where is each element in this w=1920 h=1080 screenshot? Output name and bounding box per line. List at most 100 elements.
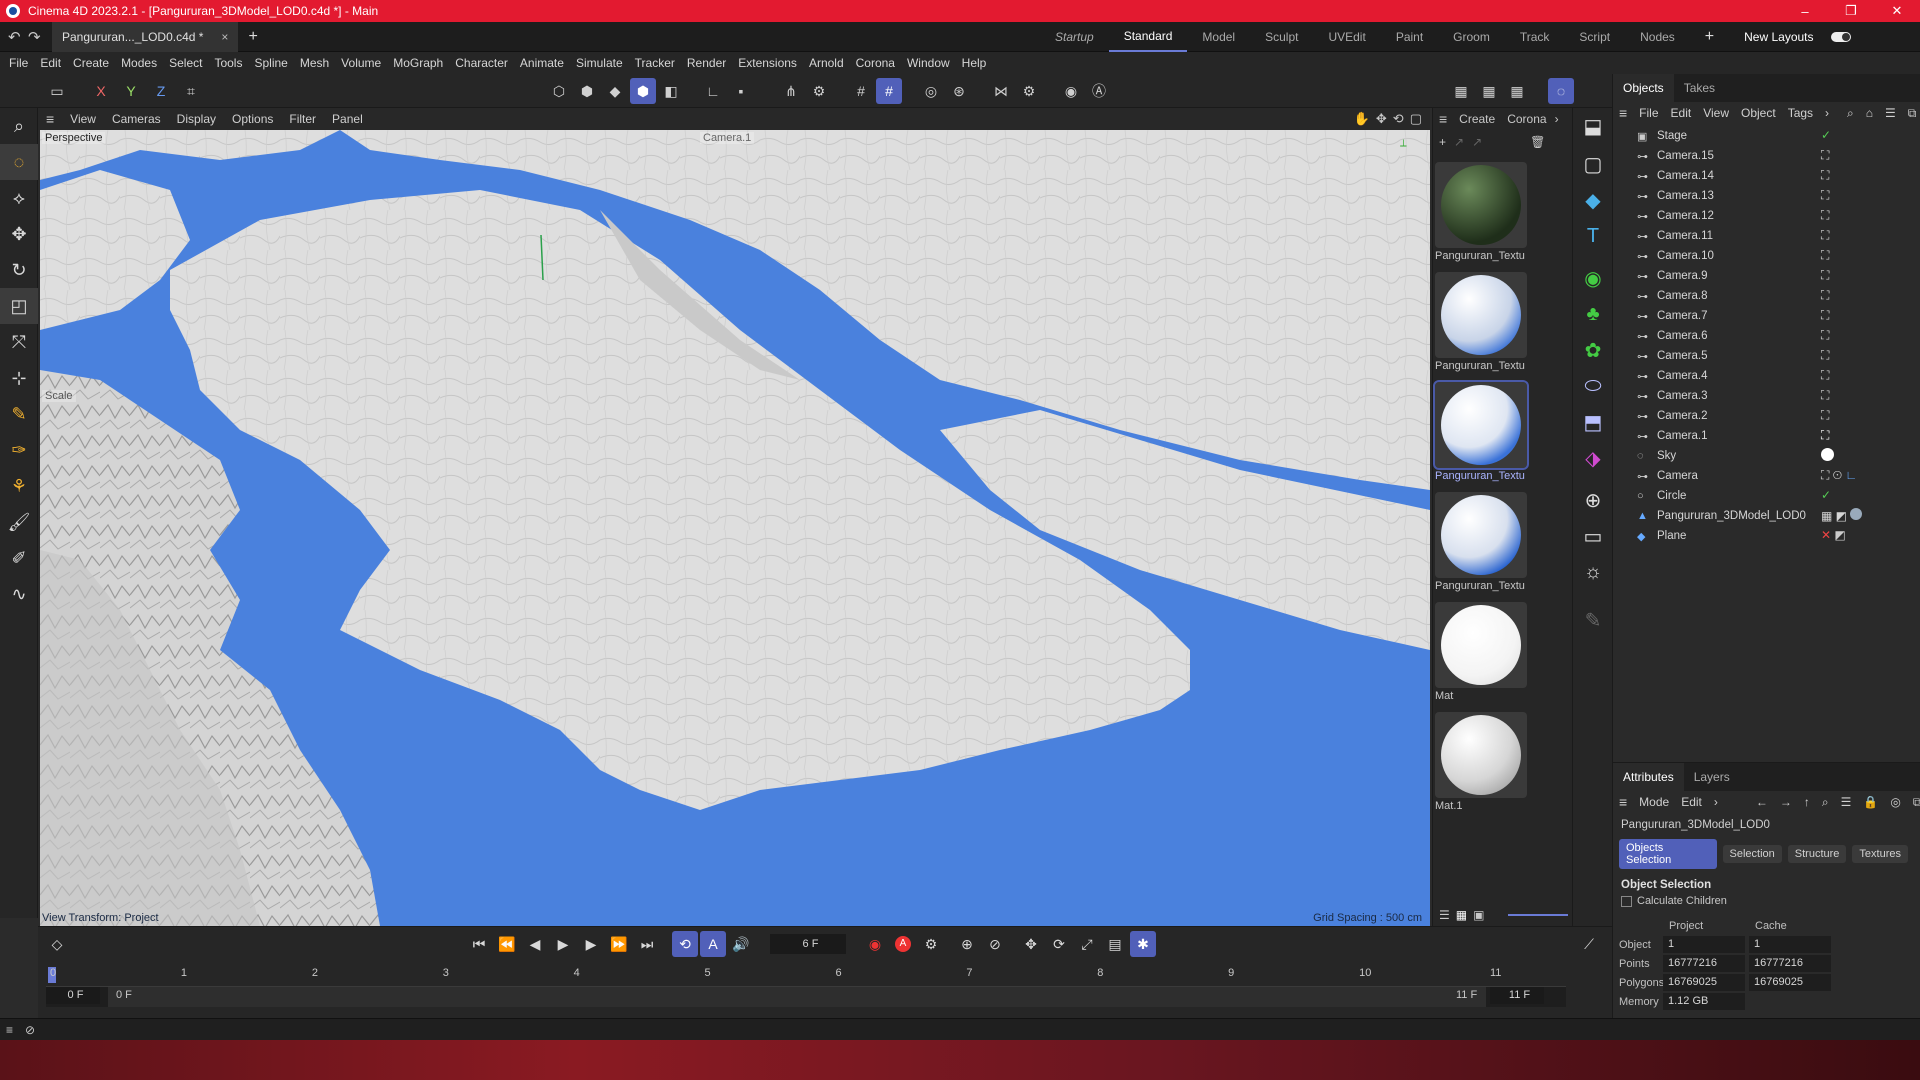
menu-mesh[interactable]: Mesh bbox=[294, 56, 335, 70]
effector-icon[interactable]: ✿ bbox=[1573, 332, 1613, 368]
knife-icon[interactable]: ✐ bbox=[0, 540, 38, 576]
layout-script[interactable]: Script bbox=[1564, 22, 1625, 52]
rotate-icon[interactable]: ↻ bbox=[0, 252, 38, 288]
render-to-picture-viewer-icon[interactable]: ▦ bbox=[1476, 78, 1502, 104]
axis-z-button[interactable]: Z bbox=[148, 78, 174, 104]
material-swatch-1[interactable]: Pangururan_Textu bbox=[1435, 162, 1531, 262]
target-icon[interactable]: ⛶ bbox=[1821, 308, 1829, 323]
coordinate-system-icon[interactable]: ⌗ bbox=[178, 78, 204, 104]
objects-menu-file[interactable]: File bbox=[1633, 106, 1664, 120]
object-row-camera-3[interactable]: ⊶ Camera.3 ⛶ bbox=[1613, 386, 1920, 406]
viewport-move-icon[interactable]: ✥ bbox=[1376, 111, 1387, 127]
target-icon[interactable]: ⛶ ⊙ ∟ bbox=[1821, 468, 1857, 483]
spline-pen-icon[interactable]: ✎ bbox=[0, 396, 38, 432]
menu-extensions[interactable]: Extensions bbox=[732, 56, 803, 70]
objects-menu-object[interactable]: Object bbox=[1735, 106, 1782, 120]
visibility-flags[interactable] bbox=[1797, 470, 1811, 482]
volume-icon[interactable]: ⬗ bbox=[1573, 440, 1613, 476]
subtab-textures[interactable]: Textures bbox=[1852, 845, 1908, 863]
layout-standard[interactable]: Standard bbox=[1108, 22, 1188, 52]
material-hamburger-icon[interactable]: ≡ bbox=[1433, 111, 1453, 127]
edges-mode-icon[interactable]: ⬢ bbox=[574, 78, 600, 104]
key-rotate-icon[interactable]: ⊘ bbox=[982, 931, 1008, 957]
viewport-menu-panel[interactable]: Panel bbox=[324, 112, 371, 126]
redo-icon[interactable]: ↷ bbox=[28, 28, 41, 46]
menu-animate[interactable]: Animate bbox=[514, 56, 570, 70]
visibility-flags[interactable] bbox=[1797, 270, 1811, 282]
visibility-flags[interactable] bbox=[1797, 450, 1811, 462]
menu-modes[interactable]: Modes bbox=[115, 56, 163, 70]
object-row-camera-12[interactable]: ⊶ Camera.12 ⛶ bbox=[1613, 206, 1920, 226]
generator-icon[interactable]: ◉ bbox=[1573, 260, 1613, 296]
target-icon[interactable]: ⛶ bbox=[1821, 428, 1829, 443]
menu-volume[interactable]: Volume bbox=[335, 56, 387, 70]
lod-icon[interactable]: ◉ bbox=[1058, 78, 1084, 104]
viewport-menu-options[interactable]: Options bbox=[224, 112, 281, 126]
symmetry-settings-icon[interactable]: ⚙ bbox=[1016, 78, 1042, 104]
undo-icon[interactable]: ↶ bbox=[8, 28, 21, 46]
subtab-structure[interactable]: Structure bbox=[1787, 845, 1847, 863]
object-row-circle[interactable]: ○ Circle ✓ bbox=[1613, 486, 1920, 506]
deformer-icon[interactable]: ⬭ bbox=[1573, 368, 1613, 404]
environment-icon[interactable]: ⊕ bbox=[1573, 482, 1613, 518]
calculate-children-checkbox[interactable] bbox=[1621, 895, 1632, 907]
render-view-icon[interactable]: ◎ bbox=[918, 78, 944, 104]
objects-new-window-icon[interactable]: ⧉ bbox=[1902, 106, 1920, 121]
object-row-camera-7[interactable]: ⊶ Camera.7 ⛶ bbox=[1613, 306, 1920, 326]
material-swatch-2[interactable]: Pangururan_Textu bbox=[1435, 272, 1531, 372]
autokey-icon[interactable]: A bbox=[890, 931, 916, 957]
add-layout-button[interactable]: + bbox=[1690, 22, 1729, 52]
sphere-tag-icon[interactable] bbox=[1821, 448, 1834, 464]
object-row-camera-13[interactable]: ⊶ Camera.13 ⛶ bbox=[1613, 186, 1920, 206]
search-icon[interactable]: ⌕ bbox=[0, 108, 38, 144]
object-row-camera-10[interactable]: ⊶ Camera.10 ⛶ bbox=[1613, 246, 1920, 266]
next-frame-icon[interactable]: ▶ bbox=[578, 931, 604, 957]
objects-menu-tags[interactable]: Tags bbox=[1782, 106, 1819, 120]
visibility-flags[interactable] bbox=[1797, 290, 1811, 302]
object-row-pangururan-model[interactable]: ▲ Pangururan_3DModel_LOD0 ▦ ◩ bbox=[1613, 506, 1920, 526]
tab-objects[interactable]: Objects bbox=[1613, 74, 1674, 102]
large-view-icon[interactable]: ▣ bbox=[1473, 908, 1484, 922]
object-row-camera-5[interactable]: ⊶ Camera.5 ⛶ bbox=[1613, 346, 1920, 366]
material-swatch-6[interactable]: Mat.1 bbox=[1435, 712, 1531, 812]
object-row-camera-6[interactable]: ⊶ Camera.6 ⛶ bbox=[1613, 326, 1920, 346]
object-row-camera-4[interactable]: ⊶ Camera.4 ⛶ bbox=[1613, 366, 1920, 386]
3d-viewport[interactable]: Perspective Camera.1 ⟂ Scale View Transf… bbox=[40, 130, 1430, 926]
grid-icon[interactable]: # bbox=[848, 78, 874, 104]
status-menu-icon[interactable]: ≡ bbox=[6, 1023, 13, 1037]
object-row-camera[interactable]: ⊶ Camera ⛶ ⊙ ∟ bbox=[1613, 466, 1920, 486]
grid-view-icon[interactable]: ▦ bbox=[1456, 908, 1467, 922]
square-icon[interactable]: ▢ bbox=[1573, 146, 1613, 182]
key-point-level-icon[interactable]: ✱ bbox=[1130, 931, 1156, 957]
key-settings-icon[interactable]: ⚙ bbox=[918, 931, 944, 957]
subtab-objects-selection[interactable]: Objects Selection bbox=[1619, 839, 1717, 869]
object-row-camera-15[interactable]: ⊶ Camera.15 ⛶ bbox=[1613, 146, 1920, 166]
menu-select[interactable]: Select bbox=[163, 56, 208, 70]
objects-home-icon[interactable]: ⌂ bbox=[1860, 106, 1879, 120]
object-row-plane[interactable]: ◆ Plane ✕ ◩ bbox=[1613, 526, 1920, 546]
status-check-icon[interactable]: ⊘ bbox=[25, 1023, 35, 1037]
tab-takes[interactable]: Takes bbox=[1674, 74, 1725, 102]
live-selection-icon[interactable]: ◌ bbox=[0, 144, 38, 180]
go-to-start-icon[interactable]: ⏮ bbox=[466, 931, 492, 957]
visibility-flags[interactable] bbox=[1797, 370, 1811, 382]
loop-icon[interactable]: ⟲ bbox=[672, 931, 698, 957]
object-row-camera-14[interactable]: ⊶ Camera.14 ⛶ bbox=[1613, 166, 1920, 186]
back-icon[interactable]: ← bbox=[1750, 795, 1774, 809]
layout-nodes[interactable]: Nodes bbox=[1625, 22, 1690, 52]
sound-icon[interactable]: 🔊 bbox=[728, 931, 754, 957]
new-layouts-toggle[interactable] bbox=[1830, 32, 1851, 42]
cross-icon[interactable]: ✕ ◩ bbox=[1821, 528, 1846, 542]
visibility-flags[interactable] bbox=[1797, 130, 1811, 142]
attributes-menu-mode[interactable]: Mode bbox=[1633, 795, 1675, 809]
target-icon[interactable]: ⛶ bbox=[1821, 148, 1829, 163]
objects-hamburger-icon[interactable]: ≡ bbox=[1613, 105, 1633, 121]
target-icon[interactable]: ⛶ bbox=[1821, 348, 1829, 363]
menu-edit[interactable]: Edit bbox=[34, 56, 67, 70]
record-icon[interactable]: ◉ bbox=[862, 931, 888, 957]
light-icon[interactable]: ☼ bbox=[1573, 554, 1613, 590]
visibility-flags[interactable] bbox=[1797, 230, 1811, 242]
object-mode-icon[interactable]: ⬢ bbox=[630, 78, 656, 104]
target-icon[interactable]: ⛶ bbox=[1821, 168, 1829, 183]
objects-menu-edit[interactable]: Edit bbox=[1665, 106, 1698, 120]
